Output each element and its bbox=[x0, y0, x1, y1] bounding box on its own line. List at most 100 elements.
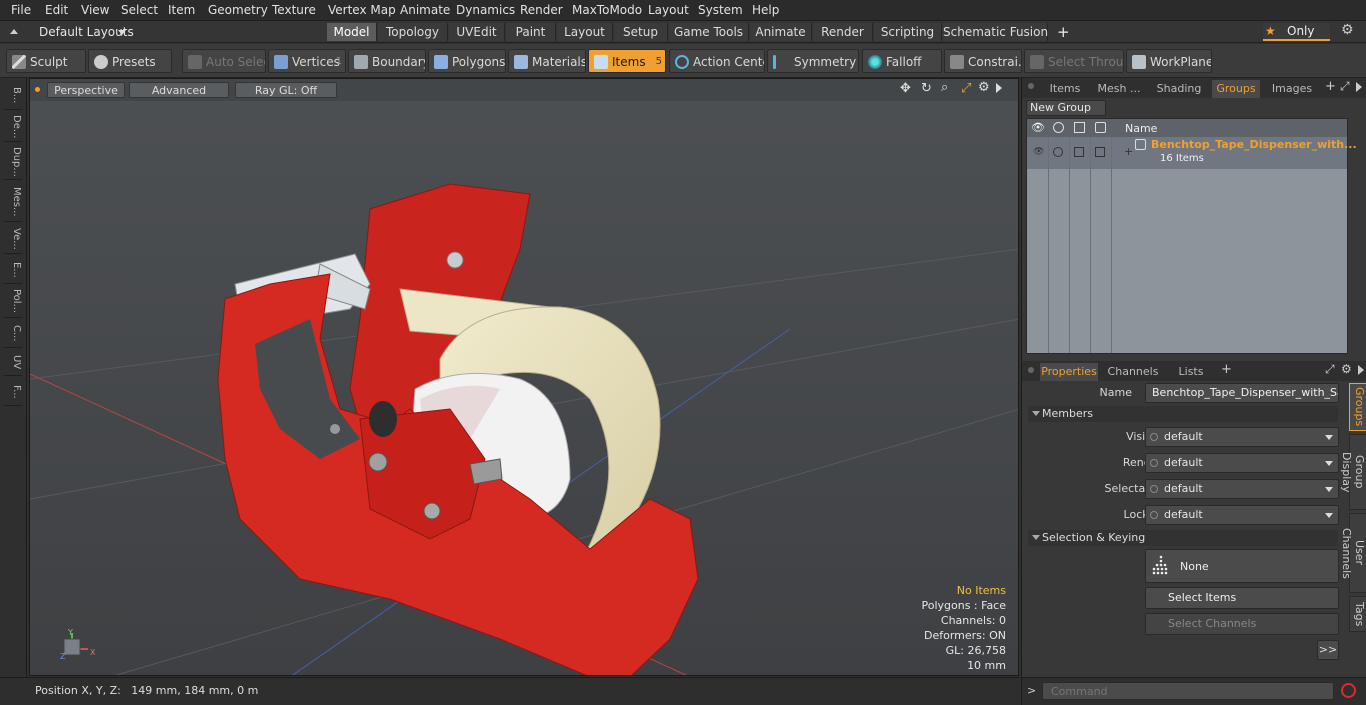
locked-dropdown[interactable]: default bbox=[1145, 505, 1339, 525]
select-through-button[interactable]: Select Through bbox=[1024, 49, 1124, 73]
menu-texture[interactable]: Texture bbox=[272, 3, 316, 17]
expand-plus-icon[interactable]: + bbox=[1124, 145, 1133, 158]
tab-setup[interactable]: Setup bbox=[614, 23, 668, 41]
workplane-button[interactable]: WorkPlane bbox=[1126, 49, 1212, 73]
tool-tab-uv[interactable]: UV bbox=[4, 350, 22, 376]
tab-model[interactable]: Model bbox=[327, 23, 377, 41]
maximize-properties-icon[interactable]: ⤢ bbox=[1325, 362, 1335, 377]
record-icon[interactable] bbox=[1341, 683, 1356, 698]
tab-render[interactable]: Render bbox=[813, 23, 873, 41]
menu-layout[interactable]: Layout bbox=[648, 3, 689, 17]
tab-properties[interactable]: Properties bbox=[1040, 363, 1098, 381]
menu-system[interactable]: System bbox=[698, 3, 743, 17]
viewport-gear-icon[interactable]: ⚙ bbox=[978, 80, 990, 95]
select-col-icon[interactable] bbox=[1095, 122, 1106, 133]
select-items-button[interactable]: Select Items bbox=[1145, 587, 1339, 609]
add-tab-icon[interactable]: + bbox=[1057, 23, 1070, 41]
advanced-button[interactable]: Advanced bbox=[129, 82, 229, 98]
move-view-icon[interactable]: ✥ bbox=[900, 81, 911, 96]
visibility-col-icon[interactable]: 👁 bbox=[1031, 121, 1045, 134]
tab-uvedit[interactable]: UVEdit bbox=[449, 23, 505, 41]
tool-tab-curve[interactable]: C... bbox=[4, 320, 22, 348]
tool-tab-vertex[interactable]: Ve... bbox=[4, 224, 22, 254]
menu-dynamics[interactable]: Dynamics bbox=[456, 3, 515, 17]
viewport-menu-dot[interactable] bbox=[35, 87, 40, 92]
perspective-button[interactable]: Perspective bbox=[47, 82, 125, 98]
tab-mesh[interactable]: Mesh ... bbox=[1092, 80, 1146, 98]
new-group-button[interactable]: New Group bbox=[1026, 100, 1106, 116]
sculpt-button[interactable]: Sculpt bbox=[6, 49, 86, 73]
properties-expand-icon[interactable] bbox=[1358, 365, 1364, 375]
tool-tab-duplicate[interactable]: Dup... bbox=[4, 144, 22, 180]
raygl-button[interactable]: Ray GL: Off bbox=[235, 82, 337, 98]
side-tab-group-display[interactable]: Group Display bbox=[1340, 434, 1366, 510]
menu-render[interactable]: Render bbox=[520, 3, 563, 17]
select-channels-button[interactable]: Select Channels bbox=[1145, 613, 1339, 635]
tab-items[interactable]: Items bbox=[1042, 80, 1088, 98]
polygons-button[interactable]: Polygons bbox=[428, 49, 506, 73]
add-properties-tab-icon[interactable]: + bbox=[1221, 362, 1232, 377]
action-center-button[interactable]: Action Center bbox=[669, 49, 765, 73]
tool-tab-edge[interactable]: E... bbox=[4, 256, 22, 284]
menu-select[interactable]: Select bbox=[121, 3, 158, 17]
render-dropdown[interactable]: default bbox=[1145, 453, 1339, 473]
rotate-view-icon[interactable]: ↻ bbox=[921, 81, 932, 96]
name-field[interactable]: Benchtop_Tape_Dispenser_with_Safe bbox=[1145, 383, 1339, 403]
keying-none-button[interactable]: None bbox=[1145, 549, 1339, 583]
tab-topology[interactable]: Topology bbox=[378, 23, 448, 41]
vertices-button[interactable]: Vertices 1 bbox=[268, 49, 346, 73]
side-tab-user-channels[interactable]: User Channels bbox=[1340, 513, 1366, 593]
menu-geometry[interactable]: Geometry bbox=[208, 3, 268, 17]
more-button[interactable]: >> bbox=[1317, 640, 1339, 660]
gear-icon[interactable]: ⚙ bbox=[1341, 22, 1354, 38]
maximize-panel-icon[interactable]: ⤢ bbox=[1340, 79, 1350, 94]
row-visibility-icon[interactable]: 👁 bbox=[1033, 147, 1044, 157]
symmetry-button[interactable]: Symmetry bbox=[767, 49, 859, 73]
falloff-button[interactable]: Falloff bbox=[862, 49, 942, 73]
menu-view[interactable]: View bbox=[81, 3, 109, 17]
panel-expand-icon[interactable] bbox=[1356, 82, 1362, 92]
menu-help[interactable]: Help bbox=[752, 3, 779, 17]
auto-select-button[interactable]: Auto Select bbox=[182, 49, 266, 73]
tool-tab-basic[interactable]: B... bbox=[4, 82, 22, 110]
menu-file[interactable]: File bbox=[11, 3, 31, 17]
side-tab-tags[interactable]: Tags bbox=[1349, 596, 1366, 632]
tab-images[interactable]: Images bbox=[1266, 80, 1318, 98]
items-button[interactable]: Items 5 bbox=[588, 49, 666, 73]
boundary-button[interactable]: Boundary bbox=[348, 49, 426, 73]
tab-paint[interactable]: Paint bbox=[506, 23, 556, 41]
presets-button[interactable]: Presets bbox=[88, 49, 172, 73]
visible-dropdown[interactable]: default bbox=[1145, 427, 1339, 447]
tab-game-tools[interactable]: Game Tools bbox=[669, 23, 749, 41]
lock-col-icon[interactable] bbox=[1074, 122, 1085, 133]
only-toggle[interactable]: ★ Only bbox=[1263, 23, 1330, 41]
tab-scripting[interactable]: Scripting bbox=[874, 23, 942, 41]
menu-item[interactable]: Item bbox=[168, 3, 195, 17]
menu-edit[interactable]: Edit bbox=[45, 3, 68, 17]
tool-tab-deform[interactable]: De... bbox=[4, 112, 22, 142]
constraints-button[interactable]: Constrai... bbox=[944, 49, 1022, 73]
properties-gear-icon[interactable]: ⚙ bbox=[1341, 362, 1352, 376]
panel-menu-dot[interactable] bbox=[1028, 83, 1034, 89]
tab-lists[interactable]: Lists bbox=[1168, 363, 1214, 381]
row-lock-icon[interactable] bbox=[1074, 147, 1084, 157]
selection-keying-section[interactable]: Selection & Keying bbox=[1028, 530, 1338, 546]
tab-shading[interactable]: Shading bbox=[1150, 80, 1208, 98]
selectable-dropdown[interactable]: default bbox=[1145, 479, 1339, 499]
render-col-icon[interactable] bbox=[1053, 122, 1064, 133]
menu-animate[interactable]: Animate bbox=[400, 3, 450, 17]
row-select-icon[interactable] bbox=[1095, 147, 1105, 157]
tool-tab-fusion[interactable]: F... bbox=[4, 378, 22, 406]
row-render-icon[interactable] bbox=[1053, 147, 1063, 157]
layout-menu-icon[interactable] bbox=[8, 25, 20, 37]
zoom-view-icon[interactable]: ⌕ bbox=[941, 80, 948, 95]
tab-channels[interactable]: Channels bbox=[1104, 363, 1162, 381]
members-section[interactable]: Members bbox=[1028, 406, 1338, 422]
fit-view-icon[interactable]: ⤢ bbox=[961, 81, 971, 96]
tab-layout[interactable]: Layout bbox=[557, 23, 613, 41]
command-input[interactable] bbox=[1042, 682, 1334, 700]
3d-viewport[interactable]: Y X Z Perspective Advanced Ray GL: Off ✥… bbox=[29, 78, 1019, 676]
tool-tab-polygon[interactable]: Pol... bbox=[4, 286, 22, 318]
default-layouts-dropdown[interactable]: Default Layouts bbox=[26, 23, 136, 41]
group-row[interactable]: 👁 + Benchtop_Tape_Dispenser_with... 16 I… bbox=[1027, 137, 1357, 169]
